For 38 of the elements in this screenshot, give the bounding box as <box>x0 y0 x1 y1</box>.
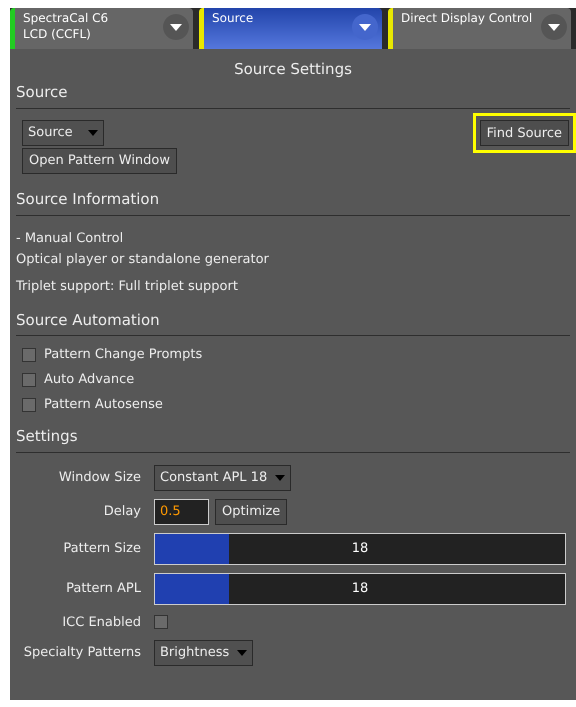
setting-label: Window Size <box>58 468 141 487</box>
checkbox[interactable] <box>22 348 36 362</box>
caret-icon <box>237 650 248 656</box>
checkbox[interactable] <box>22 372 36 386</box>
caret-icon <box>275 474 286 480</box>
dropdown[interactable]: Brightness <box>154 640 254 666</box>
checkbox-label: Pattern Autosense <box>44 396 163 414</box>
checkbox-label: Auto Advance <box>44 370 134 389</box>
slider-value: 18 <box>352 580 368 598</box>
checkbox-label: Pattern Change Prompts <box>44 346 202 364</box>
panel-title: Source Settings <box>233 59 353 80</box>
open-pattern-window-button[interactable]: Open Pattern Window <box>22 148 178 174</box>
setting-label: Specialty Patterns <box>22 644 141 662</box>
section-header: Source <box>16 81 570 108</box>
dropdown[interactable]: Constant APL 18 <box>154 464 292 490</box>
tab[interactable]: Direct Display Control <box>388 8 571 49</box>
slider-track[interactable]: 18 <box>154 532 566 564</box>
setting-label: Pattern APL <box>65 580 141 598</box>
setting-label: ICC Enabled <box>61 614 141 632</box>
optimize-button[interactable]: Optimize <box>215 498 288 524</box>
section-header: Source Information <box>16 188 570 216</box>
setting-label: Pattern Size <box>62 540 141 558</box>
slider-value: 18 <box>352 540 368 558</box>
tab[interactable]: SpectraCal C6 LCD (CCFL) <box>10 8 193 49</box>
setting-label: Delay <box>102 502 141 521</box>
find-source-button[interactable]: Find Source <box>480 120 569 146</box>
tab[interactable]: Source <box>199 8 382 49</box>
section-header: Settings <box>16 425 570 452</box>
info-text: Triplet support: Full triplet support <box>16 278 239 296</box>
info-text: - Manual Control <box>16 230 124 248</box>
caret-icon <box>88 130 98 136</box>
dropdown[interactable]: Source <box>22 120 104 146</box>
info-text: Optical player or standalone generator <box>16 250 270 268</box>
checkbox[interactable] <box>154 615 168 630</box>
checkbox[interactable] <box>22 398 36 412</box>
number-field[interactable]: 0.5 <box>154 498 209 524</box>
section-header: Source Automation <box>16 308 570 336</box>
slider-track[interactable]: 18 <box>154 572 566 604</box>
